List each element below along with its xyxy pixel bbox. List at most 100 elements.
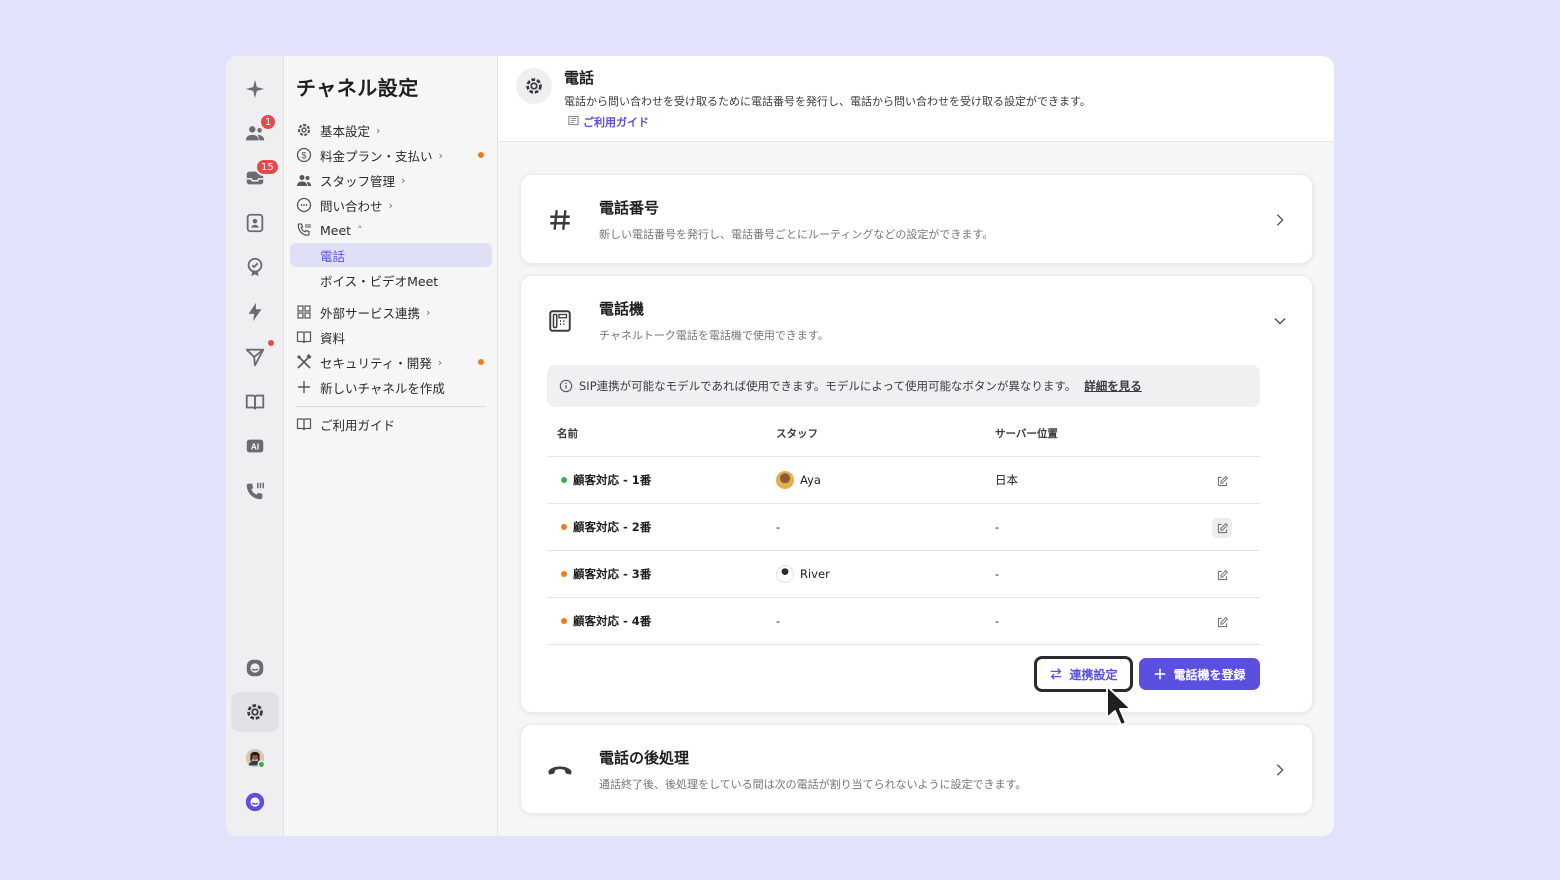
guide-link[interactable]: ご利用ガイド <box>568 114 649 130</box>
staff-name: Aya <box>800 473 821 487</box>
avatar <box>776 471 794 489</box>
nav-item-staff[interactable]: スタッフ管理 › <box>290 168 492 192</box>
info-notice: SIP連携が可能なモデルであれば使用できます。モデルによって使用可能なボタンが異… <box>547 365 1260 407</box>
table-row[interactable]: 顧客対応 - 3番 River - <box>547 551 1260 598</box>
user-avatar[interactable] <box>231 738 279 778</box>
app-window: 1 15 AI チャネル設定 基本設定 › $ 料金プラン・支払い › スタッフ… <box>226 56 1334 836</box>
nav-item-create-channel[interactable]: 新しいチャネルを作成 <box>290 375 492 399</box>
device-name: 顧客対応 - 2番 <box>561 504 651 550</box>
nav-item-label: セキュリティ・開発 <box>320 355 432 371</box>
nav-item-label: 電話 <box>320 248 346 264</box>
page-header: 電話 電話から問い合わせを受け取るために電話番号を発行し、電話から問い合わせを受… <box>498 56 1334 142</box>
nav-item-label: ボイス・ビデオMeet <box>320 273 439 289</box>
nav-item-label: 資料 <box>320 330 346 346</box>
chevron-right-icon: › <box>437 355 443 369</box>
svg-text:$: $ <box>301 151 306 161</box>
plus-icon <box>1153 667 1167 681</box>
book-icon <box>296 329 312 345</box>
chevron-right-icon: › <box>376 123 381 137</box>
avatar <box>776 565 794 583</box>
staff-cell: Aya <box>776 457 821 503</box>
device-name-label: 顧客対応 - 4番 <box>573 614 652 628</box>
staff-cell: River <box>776 551 830 597</box>
icon-rail: 1 15 AI <box>226 56 284 836</box>
contacts-icon[interactable] <box>231 203 279 243</box>
nav-item-security[interactable]: セキュリティ・開発 › <box>290 350 492 374</box>
staff-cell: - <box>776 614 781 628</box>
notification-dot <box>268 340 274 346</box>
table-row[interactable]: 顧客対応 - 4番 - - <box>547 598 1260 645</box>
nav-item-label: 新しいチャネルを作成 <box>320 380 445 396</box>
desk-phone-icon <box>545 306 575 336</box>
status-dot <box>561 618 567 624</box>
chevron-right-icon <box>1272 212 1288 228</box>
register-device-button[interactable]: 電話機を登録 <box>1139 658 1260 690</box>
plus-icon <box>296 379 312 395</box>
channel-logo-icon[interactable] <box>231 782 279 822</box>
staff-name: River <box>800 567 830 581</box>
column-header-server: サーバー位置 <box>995 428 1058 440</box>
nav-item-label: 基本設定 <box>320 123 371 139</box>
team-chat-icon[interactable]: 1 <box>231 113 279 153</box>
table-row[interactable]: 顧客対応 - 1番 Aya 日本 <box>547 457 1260 504</box>
nav-item-guide[interactable]: ご利用ガイド <box>290 412 492 436</box>
lightning-icon[interactable] <box>231 292 279 332</box>
phone-number-card[interactable]: 電話番号 新しい電話番号を発行し、電話番号ごとにルーティングなどの設定ができます… <box>520 174 1313 264</box>
device-name: 顧客対応 - 3番 <box>561 551 651 597</box>
chevron-right-icon: › <box>438 148 443 162</box>
inbox-badge: 1 <box>259 113 278 131</box>
desk-messenger-icon[interactable] <box>231 648 279 688</box>
edit-icon[interactable] <box>1212 471 1232 491</box>
info-text: SIP連携が可能なモデルであれば使用できます。モデルによって使用可能なボタンが異… <box>579 379 1077 393</box>
nav-item-label: ご利用ガイド <box>320 417 396 433</box>
document-icon <box>568 115 579 129</box>
nav-item-inquiry[interactable]: 問い合わせ › <box>290 193 492 217</box>
send-icon[interactable] <box>231 337 279 377</box>
column-header-name: 名前 <box>557 428 578 440</box>
swap-icon <box>1049 667 1063 681</box>
table-row[interactable]: 顧客対応 - 2番 - - <box>547 504 1260 551</box>
nav-item-phone[interactable]: 電話 <box>290 243 492 267</box>
page-title: 電話 <box>564 69 595 87</box>
document-icon[interactable] <box>231 382 279 422</box>
phone-icon <box>296 222 312 238</box>
warning-dot <box>478 359 484 365</box>
nav-divider <box>296 406 486 407</box>
card-title: 電話機 <box>599 300 645 318</box>
badge-check-icon[interactable] <box>231 247 279 287</box>
nav-item-integrations[interactable]: 外部サービス連携 › <box>290 300 492 324</box>
nav-item-documents[interactable]: 資料 <box>290 325 492 349</box>
hash-icon <box>545 205 575 235</box>
status-dot <box>561 477 567 483</box>
main-content: 電話 電話から問い合わせを受け取るために電話番号を発行し、電話から問い合わせを受… <box>498 56 1334 836</box>
hang-up-icon <box>545 755 575 785</box>
sparkle-icon[interactable] <box>231 69 279 109</box>
edit-icon[interactable] <box>1212 565 1232 585</box>
inbox-icon[interactable]: 15 <box>231 158 280 198</box>
ai-icon[interactable]: AI <box>231 426 279 466</box>
details-link[interactable]: 詳細を見る <box>1084 378 1142 394</box>
settings-icon[interactable] <box>231 692 279 732</box>
chevron-down-icon[interactable] <box>1272 313 1288 329</box>
chevron-up-icon: ˄ <box>357 223 363 237</box>
chat-badge: 15 <box>255 158 280 176</box>
after-call-card[interactable]: 電話の後処理 通話終了後、後処理をしている間は次の電話が割り当てられないように設… <box>520 724 1313 814</box>
tools-icon <box>296 354 312 370</box>
mouse-cursor-icon <box>1106 685 1132 726</box>
edit-icon[interactable] <box>1212 518 1232 538</box>
status-dot <box>561 524 567 530</box>
card-description: 新しい電話番号を発行し、電話番号ごとにルーティングなどの設定ができます。 <box>599 228 994 241</box>
phone-icon[interactable] <box>231 471 279 511</box>
nav-item-basic-settings[interactable]: 基本設定 › <box>290 118 492 142</box>
edit-icon[interactable] <box>1212 612 1232 632</box>
gear-icon <box>296 122 312 138</box>
device-name: 顧客対応 - 4番 <box>561 598 651 644</box>
dollar-icon: $ <box>296 147 312 163</box>
server-cell: - <box>995 520 1000 534</box>
warning-dot <box>478 152 484 158</box>
nav-item-pricing[interactable]: $ 料金プラン・支払い › <box>290 143 492 167</box>
server-cell: - <box>995 567 1000 581</box>
nav-item-voice-video-meet[interactable]: ボイス・ビデオMeet <box>290 268 492 292</box>
nav-item-meet[interactable]: Meet ˄ <box>290 218 492 242</box>
settings-nav: チャネル設定 基本設定 › $ 料金プラン・支払い › スタッフ管理 › 問い合… <box>284 56 498 836</box>
